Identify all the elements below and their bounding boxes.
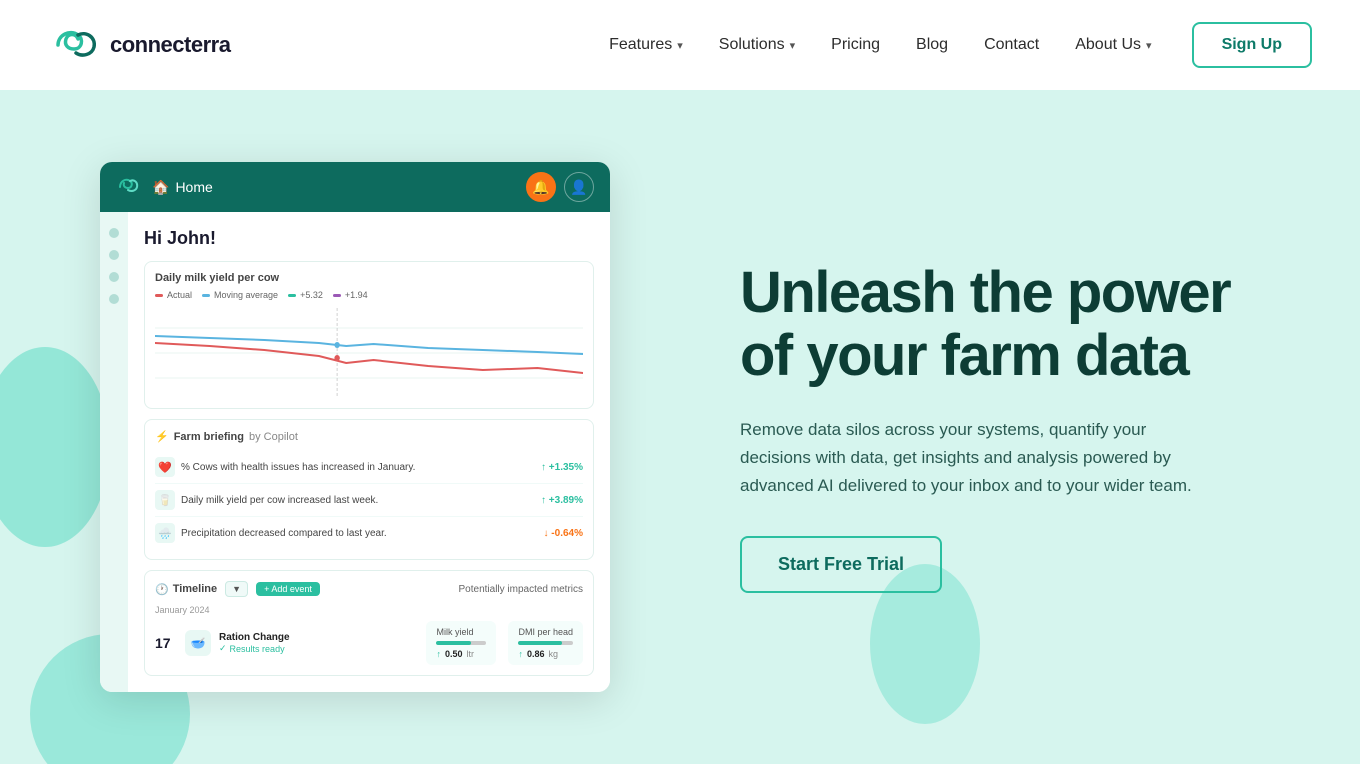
- briefing-row-1: ❤️ % Cows with health issues has increas…: [155, 451, 583, 484]
- timeline-date: 17: [155, 635, 177, 651]
- app-logo-icon: [116, 175, 140, 199]
- app-greeting: Hi John!: [144, 228, 594, 249]
- chart-area: [155, 308, 583, 398]
- legend-item-delta2: +1.94: [333, 290, 368, 300]
- briefing-by: by Copilot: [249, 431, 298, 443]
- start-free-trial-button[interactable]: Start Free Trial: [740, 536, 942, 593]
- up-arrow-icon: ↑: [436, 649, 441, 659]
- metric-milk-bar-fill: [436, 641, 471, 645]
- app-body: Hi John! Daily milk yield per cow Actual: [100, 212, 610, 692]
- briefing-row-3: 🌧️ Precipitation decreased compared to l…: [155, 517, 583, 549]
- timeline-section-label: January 2024: [155, 605, 583, 615]
- chart-legend: Actual Moving average +5.32: [155, 290, 583, 300]
- metric-milk-label: Milk yield: [436, 627, 486, 637]
- logo-link[interactable]: connecterra: [48, 25, 230, 65]
- hero-subtext: Remove data silos across your systems, q…: [740, 416, 1220, 500]
- chart-card: Daily milk yield per cow Actual Moving a…: [144, 261, 594, 409]
- navbar: connecterra Features ▾ Solutions ▾ Prici…: [0, 0, 1360, 90]
- metric-dmi-per-head: DMI per head ↑ 0.86 kg: [508, 621, 583, 665]
- briefing-title: Farm briefing: [174, 431, 244, 443]
- legend-item-actual: Actual: [155, 290, 192, 300]
- app-header-title: 🏠 Home: [152, 179, 514, 196]
- timeline-filter-button[interactable]: ▼: [225, 581, 248, 597]
- app-mockup: 🏠 Home 🔔 👤 Hi John: [100, 162, 610, 692]
- app-header: 🏠 Home 🔔 👤: [100, 162, 610, 212]
- metric-dmi-value: 0.86: [527, 649, 545, 659]
- app-header-icons: 🔔 👤: [526, 172, 594, 202]
- briefing-icon-health: ❤️: [155, 457, 175, 477]
- legend-color-actual: [155, 294, 163, 297]
- briefing-text-3: Precipitation decreased compared to last…: [181, 528, 387, 539]
- chevron-down-icon: ▾: [790, 39, 796, 52]
- legend-color-moving-avg: [202, 294, 210, 297]
- user-profile-icon[interactable]: 👤: [564, 172, 594, 202]
- briefing-row-2: 🥛 Daily milk yield per cow increased las…: [155, 484, 583, 517]
- home-icon: 🏠: [152, 179, 169, 196]
- metric-milk-bar: [436, 641, 486, 645]
- farm-briefing-card: ⚡ Farm briefing by Copilot ❤️ % Cows wit…: [144, 419, 594, 560]
- timeline-title: 🕐 Timeline: [155, 583, 217, 596]
- sidebar-dot-4: [109, 294, 119, 304]
- timeline-event-info: Ration Change ✓ Results ready: [219, 632, 418, 654]
- metric-milk-unit: ltr: [467, 649, 475, 659]
- app-sidebar: [100, 212, 128, 692]
- legend-item-delta1: +5.32: [288, 290, 323, 300]
- logo-text: connecterra: [110, 32, 230, 58]
- legend-item-moving-avg: Moving average: [202, 290, 278, 300]
- chevron-down-icon: ▾: [1146, 39, 1152, 52]
- timeline-card: 🕐 Timeline ▼ + Add event Potentially imp…: [144, 570, 594, 676]
- metric-milk-yield: Milk yield ↑ 0.50 ltr: [426, 621, 496, 665]
- clock-icon: 🕐: [155, 583, 169, 596]
- briefing-icon: ⚡: [155, 430, 169, 443]
- briefing-change-3: ↓ -0.64%: [544, 528, 583, 539]
- app-mockup-wrapper: 🏠 Home 🔔 👤 Hi John: [100, 162, 660, 692]
- timeline-event-icon: 🥣: [185, 630, 211, 656]
- hero-headline: Unleash the power of your farm data: [740, 261, 1312, 389]
- legend-color-delta1: [288, 294, 296, 297]
- nav-item-about[interactable]: About Us ▾: [1075, 36, 1151, 54]
- metric-dmi-bar: [518, 641, 573, 645]
- timeline-metrics-title: Potentially impacted metrics: [328, 584, 583, 595]
- nav-item-blog[interactable]: Blog: [916, 36, 948, 54]
- briefing-text-2: Daily milk yield per cow increased last …: [181, 495, 378, 506]
- briefing-icon-milk: 🥛: [155, 490, 175, 510]
- sidebar-dot-1: [109, 228, 119, 238]
- metric-dmi-bar-fill: [518, 641, 562, 645]
- timeline-row: 17 🥣 Ration Change ✓ Results ready: [155, 621, 583, 665]
- briefing-icon-rain: 🌧️: [155, 523, 175, 543]
- metric-dmi-unit: kg: [549, 649, 559, 659]
- briefing-text-1: % Cows with health issues has increased …: [181, 462, 415, 473]
- sidebar-dot-3: [109, 272, 119, 282]
- nav-item-contact[interactable]: Contact: [984, 36, 1039, 54]
- hero-section: 🏠 Home 🔔 👤 Hi John: [0, 90, 1360, 764]
- sidebar-dot-2: [109, 250, 119, 260]
- chevron-down-icon: ▾: [677, 39, 683, 52]
- legend-color-delta2: [333, 294, 341, 297]
- metric-dmi-label: DMI per head: [518, 627, 573, 637]
- signup-button[interactable]: Sign Up: [1192, 22, 1312, 68]
- briefing-header: ⚡ Farm briefing by Copilot: [155, 430, 583, 443]
- timeline-add-event-button[interactable]: + Add event: [256, 582, 320, 596]
- briefing-change-1: ↑ +1.35%: [541, 462, 583, 473]
- notification-bell-icon[interactable]: 🔔: [526, 172, 556, 202]
- nav-links: Features ▾ Solutions ▾ Pricing Blog Cont…: [609, 36, 1151, 54]
- blob-left-decoration: [0, 347, 110, 547]
- timeline-event-status: ✓ Results ready: [219, 643, 418, 654]
- timeline-metrics: Milk yield ↑ 0.50 ltr: [426, 621, 583, 665]
- metric-milk-value: 0.50: [445, 649, 463, 659]
- nav-item-solutions[interactable]: Solutions ▾: [719, 36, 795, 54]
- hero-content: Unleash the power of your farm data Remo…: [660, 261, 1312, 594]
- logo-icon: [48, 25, 100, 65]
- timeline-header: 🕐 Timeline ▼ + Add event Potentially imp…: [155, 581, 583, 597]
- chart-title: Daily milk yield per cow: [155, 272, 583, 284]
- app-main-content: Hi John! Daily milk yield per cow Actual: [128, 212, 610, 692]
- nav-item-pricing[interactable]: Pricing: [831, 36, 880, 54]
- up-arrow-icon-2: ↑: [518, 649, 523, 659]
- nav-item-features[interactable]: Features ▾: [609, 36, 683, 54]
- timeline-event-name: Ration Change: [219, 632, 418, 643]
- briefing-change-2: ↑ +3.89%: [541, 495, 583, 506]
